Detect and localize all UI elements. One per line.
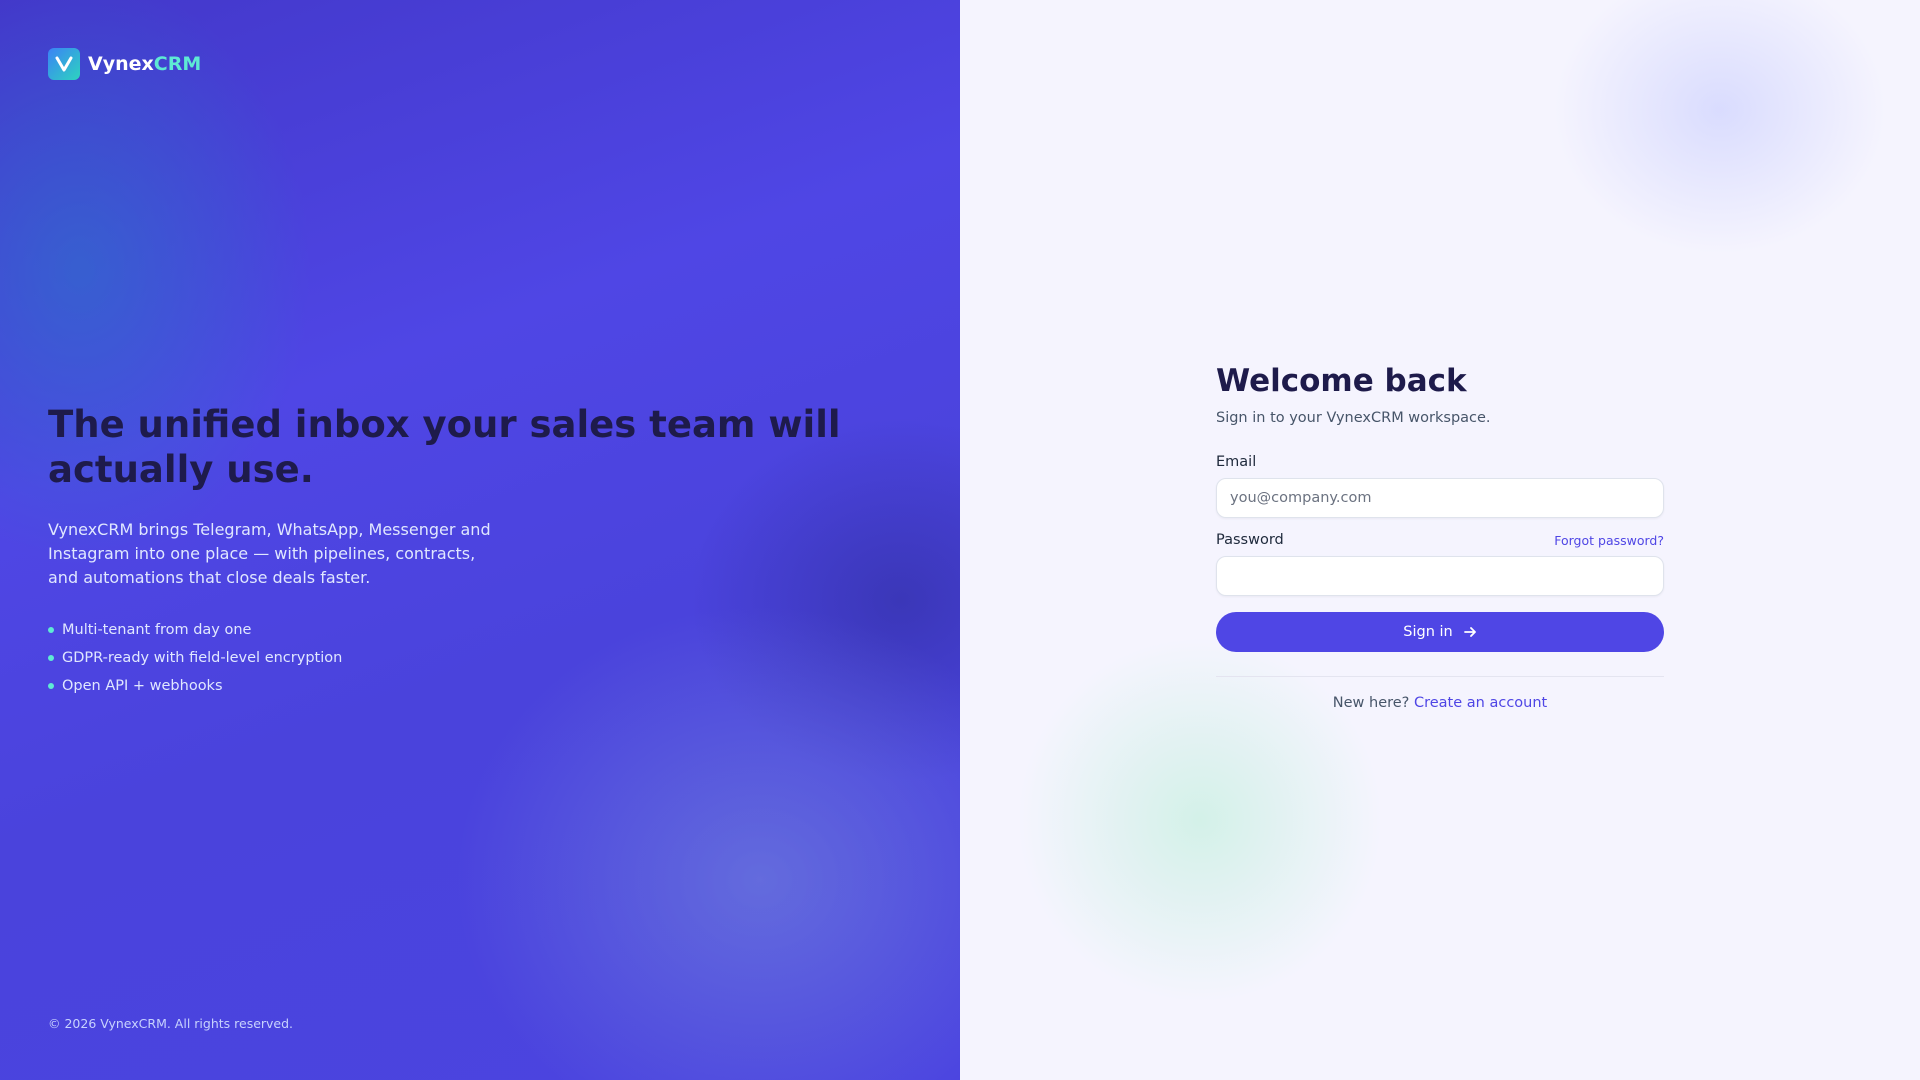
divider (1216, 676, 1664, 677)
sign-in-button[interactable]: Sign in (1216, 612, 1664, 652)
feature-list: Multi-tenant from day one GDPR-ready wit… (48, 616, 848, 700)
brand-name-accent: CRM (153, 53, 202, 75)
feature-item: Open API + webhooks (48, 672, 848, 700)
brand-name: VynexCRM (88, 53, 201, 75)
create-account-link[interactable]: Create an account (1414, 695, 1547, 711)
copyright: © 2026 VynexCRM. All rights reserved. (48, 1016, 294, 1031)
login-subtitle: Sign in to your VynexCRM workspace. (1216, 410, 1491, 426)
hero-panel: VynexCRM The unified inbox your sales te… (0, 0, 960, 1080)
bullet-dot-icon (48, 627, 54, 633)
brand[interactable]: VynexCRM (48, 48, 201, 80)
hero-content: The unified inbox your sales team will a… (48, 402, 848, 700)
bullet-dot-icon (48, 683, 54, 689)
password-label: Password (1216, 532, 1284, 548)
login-form: Welcome back Sign in to your VynexCRM wo… (1216, 362, 1664, 711)
brand-name-main: Vynex (88, 53, 154, 75)
feature-text: GDPR-ready with field-level encryption (62, 650, 343, 666)
v-logo-icon (48, 48, 80, 80)
feature-text: Multi-tenant from day one (62, 622, 252, 638)
feature-item: GDPR-ready with field-level encryption (48, 644, 848, 672)
sign-in-label: Sign in (1403, 624, 1453, 640)
password-input[interactable] (1216, 556, 1664, 596)
forgot-password-link[interactable]: Forgot password? (1554, 533, 1664, 548)
signup-prompt: New here? Create an account (1216, 695, 1664, 711)
hero-description: VynexCRM brings Telegram, WhatsApp, Mess… (48, 520, 491, 587)
hero-title: The unified inbox your sales team will a… (48, 403, 841, 491)
feature-item: Multi-tenant from day one (48, 616, 848, 644)
login-panel: Welcome back Sign in to your VynexCRM wo… (960, 0, 1920, 1080)
bullet-dot-icon (48, 655, 54, 661)
password-label-row: Password Forgot password? (1216, 532, 1664, 548)
email-label: Email (1216, 454, 1257, 470)
signup-prompt-text: New here? (1332, 695, 1410, 711)
email-input[interactable] (1216, 478, 1664, 518)
v-logo-glyph (55, 56, 73, 72)
arrow-right-icon (1463, 627, 1476, 637)
feature-text: Open API + webhooks (62, 678, 223, 694)
login-title: Welcome back (1216, 363, 1467, 399)
